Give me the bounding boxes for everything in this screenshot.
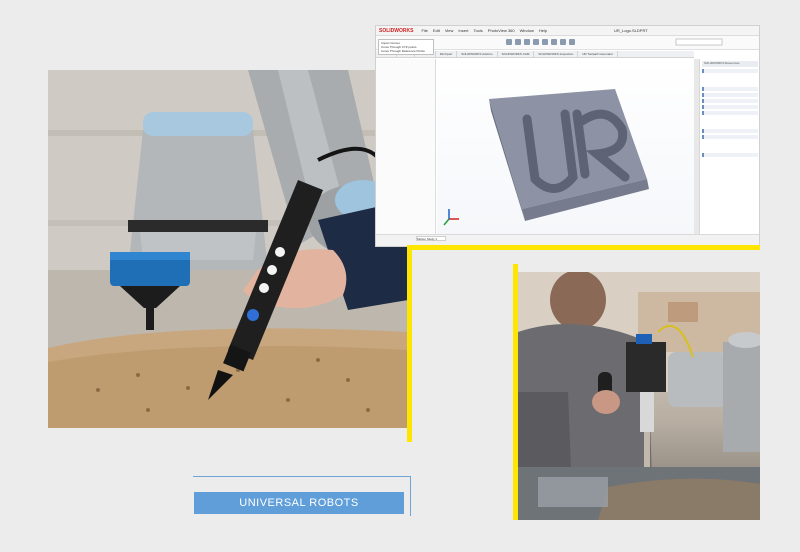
cad-screenshot: SOLIDWORKS File Edit View Insert Tools P… (375, 25, 760, 247)
cad-tab[interactable]: UR Toolpath Generator (578, 51, 619, 57)
ur-logo-part-model (443, 89, 649, 226)
cad-taskpane-title: SOLIDWORKS Resources (702, 61, 758, 67)
robot-dispensing-illustration (518, 272, 760, 520)
cad-titlebar: SOLIDWORKS File Edit View Insert Tools P… (376, 26, 759, 36)
yellow-accent-bar-right (513, 264, 518, 520)
cad-motion-study-tab[interactable]: Motion Study 1 (416, 236, 446, 241)
cad-tab[interactable]: SOLIDWORKS Add-Ins (457, 51, 498, 57)
pen-blue-button-icon (247, 309, 259, 321)
cad-app-logo: SOLIDWORKS (379, 27, 414, 34)
cad-menu-item[interactable]: Insert (458, 28, 468, 33)
taskpane-link[interactable] (702, 105, 758, 109)
cad-tab[interactable]: SOLIDWORKS Inspection (534, 51, 579, 57)
cad-menu-item[interactable]: Tools (473, 28, 482, 33)
robot-probe-photo (48, 70, 408, 428)
cad-menu-bar: File Edit View Insert Tools PhotoView 36… (421, 28, 547, 33)
caption-label: UNIVERSAL ROBOTS (194, 492, 404, 514)
taskpane-link[interactable] (702, 153, 758, 157)
pen-button-icon (259, 283, 269, 293)
cad-document-title: UR_Logo.SLDPRT (614, 28, 648, 33)
cad-menu-item[interactable]: Edit (433, 28, 440, 33)
taskpane-link[interactable] (702, 69, 758, 73)
cad-taskpane: SOLIDWORKS Resources (699, 59, 759, 234)
cad-tab[interactable]: DimXpert (436, 51, 458, 57)
caption-rule (410, 476, 411, 516)
taskpane-link[interactable] (702, 87, 758, 91)
cad-3d-viewport[interactable] (437, 59, 695, 234)
cad-menu-item[interactable]: Help (539, 28, 547, 33)
taskpane-link[interactable] (702, 93, 758, 97)
robot-probe-illustration (48, 70, 408, 428)
cad-curves-dropdown[interactable]: Import Curves Curve Through XYZ points C… (378, 39, 434, 55)
axis-triad-icon (443, 209, 459, 226)
taskpane-link[interactable] (702, 135, 758, 139)
cad-dropdown-item[interactable]: Curve Through Reference Points (381, 49, 431, 53)
yellow-accent-bar-middle (407, 245, 760, 250)
cad-menu-item[interactable]: PhotoView 360 (488, 28, 515, 33)
cad-menu-item[interactable]: Window (520, 28, 534, 33)
cad-feature-tree[interactable] (376, 59, 436, 234)
taskpane-link[interactable] (702, 99, 758, 103)
taskpane-link[interactable] (702, 111, 758, 115)
pen-button-icon (267, 265, 277, 275)
caption-rule (193, 476, 411, 477)
cad-tab[interactable]: SOLIDWORKS CAM (498, 51, 535, 57)
taskpane-link[interactable] (702, 129, 758, 133)
robot-dispensing-photo (518, 272, 760, 520)
cad-menu-item[interactable]: File (421, 28, 427, 33)
cad-menu-item[interactable]: View (445, 28, 454, 33)
pen-button-icon (275, 247, 285, 257)
